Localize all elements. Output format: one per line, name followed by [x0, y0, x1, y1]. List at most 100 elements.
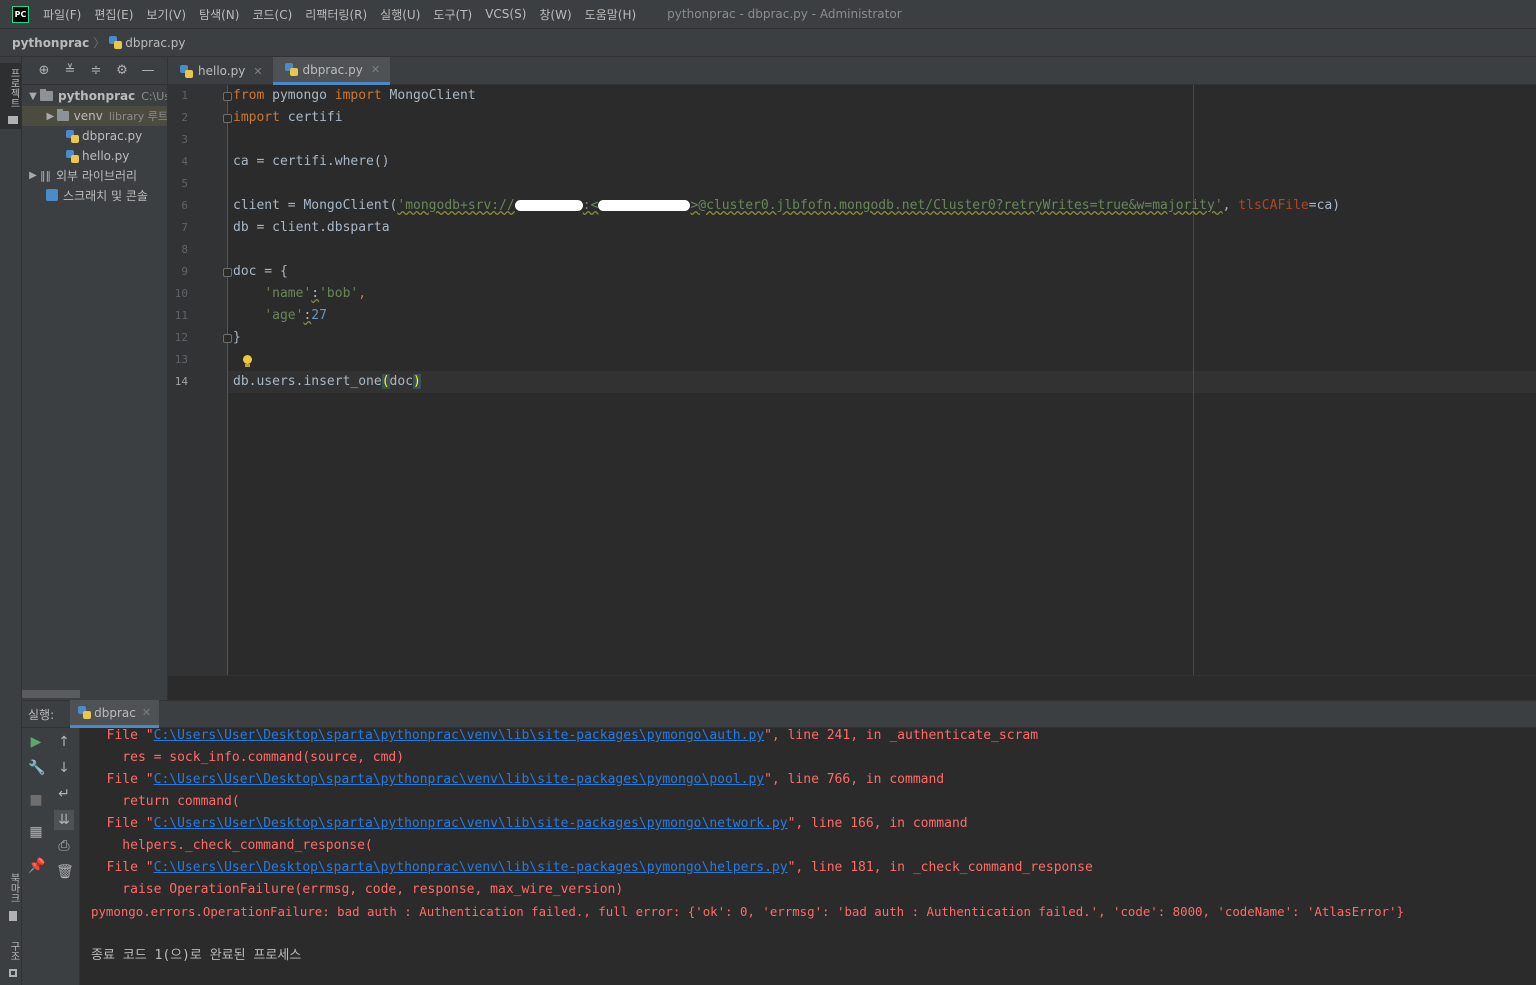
line-number: 8: [181, 243, 188, 256]
close-icon[interactable]: ✕: [371, 63, 380, 76]
bookmarks-tool-button[interactable]: 북마크: [0, 869, 21, 925]
python-file-icon: [284, 63, 298, 76]
menu-help[interactable]: 도움말(H): [585, 6, 637, 23]
collapse-all-icon[interactable]: ≑: [88, 63, 104, 79]
tree-item-external-libraries[interactable]: ▶ ‖‖ 외부 라이브러리: [22, 165, 137, 185]
tree-item-venv[interactable]: ▶ venv library 루트: [22, 106, 167, 126]
close-icon[interactable]: ✕: [142, 706, 151, 719]
tree-item-scratches[interactable]: 스크래치 및 콘솔: [22, 185, 148, 205]
project-horizontal-scrollbar[interactable]: [22, 690, 80, 698]
scroll-to-end-icon[interactable]: ⇊: [54, 810, 74, 830]
breadcrumb-project[interactable]: pythonprac: [12, 36, 89, 50]
console-line: File "C:\Users\User\Desktop\sparta\pytho…: [91, 857, 1093, 879]
menu-vcs[interactable]: VCS(S): [485, 7, 526, 21]
layout-icon[interactable]: ▦: [28, 824, 44, 840]
rerun-icon[interactable]: ▶: [28, 734, 44, 750]
menu-view[interactable]: 보기(V): [146, 6, 186, 23]
arrow-up-icon[interactable]: ↑: [56, 734, 72, 750]
current-line-highlight: [228, 371, 1536, 393]
code-editor[interactable]: 1 2 3 4 5 6 7 8 9 10 11 12 13 14 from py…: [168, 85, 1536, 675]
structure-tool-button[interactable]: 구조: [0, 937, 21, 981]
token-paren: ): [413, 374, 421, 389]
structure-tool-label: 구조: [8, 941, 19, 962]
tree-item-label: hello.py: [82, 149, 130, 163]
close-icon[interactable]: ✕: [253, 65, 262, 78]
fold-icon[interactable]: [223, 268, 232, 277]
console-file-link[interactable]: C:\Users\User\Desktop\sparta\pythonprac\…: [154, 772, 764, 787]
tree-root[interactable]: ▼ pythonprac C:\Us: [22, 86, 167, 106]
trash-icon[interactable]: 🗑: [56, 864, 74, 880]
run-tab-dbprac[interactable]: dbprac ✕: [70, 700, 160, 728]
soft-wrap-icon[interactable]: ↵: [56, 786, 72, 802]
menu-edit[interactable]: 편집(E): [94, 6, 133, 23]
stop-icon[interactable]: ■: [28, 792, 44, 808]
console-text: ", line 166, in command: [787, 816, 968, 831]
menu-navigate[interactable]: 탐색(N): [199, 6, 239, 23]
wrench-icon[interactable]: 🔧: [28, 760, 45, 776]
token-keyword: from: [233, 88, 265, 103]
line-number: 5: [181, 177, 188, 190]
print-icon[interactable]: ⎙: [56, 838, 72, 854]
python-file-icon: [66, 149, 79, 163]
bookmark-icon: [9, 910, 17, 921]
menu-tools[interactable]: 도구(T): [433, 6, 472, 23]
run-label: 실행:: [28, 707, 55, 722]
token-name: certifi: [279, 110, 343, 125]
code-line-9: doc = {: [233, 264, 288, 279]
token-string: 'bob': [319, 286, 359, 301]
menu-window[interactable]: 창(W): [539, 6, 571, 23]
code-line-11: 'age':27: [233, 305, 327, 327]
menu-code[interactable]: 코드(C): [252, 6, 292, 23]
gear-icon[interactable]: ⚙: [114, 63, 130, 79]
left-tool-stripe: 프로젝트 북마크 구조: [0, 57, 22, 985]
folder-icon: [56, 109, 69, 121]
minimize-icon[interactable]: —: [140, 63, 156, 79]
chevron-down-icon[interactable]: ▼: [26, 91, 40, 102]
token-connection-string: 'mongodb+srv://:< >@cluster0.jlbfofn.mong…: [397, 198, 1222, 213]
chevron-right-icon[interactable]: ▶: [44, 111, 57, 122]
fold-icon[interactable]: [223, 114, 232, 123]
console-text: File ": [91, 728, 154, 743]
tree-item-label: dbprac.py: [82, 129, 143, 143]
console-line: raise OperationFailure(errmsg, code, res…: [91, 882, 624, 897]
tree-root-name: pythonprac: [58, 89, 136, 103]
python-file-icon: [109, 36, 123, 49]
project-panel: ⊕ ≚ ≑ ⚙ — ▼ pythonprac C:\Us ▶ venv libr…: [22, 57, 168, 700]
pin-icon[interactable]: 📌: [28, 858, 45, 874]
tab-label: hello.py: [198, 64, 246, 78]
locate-icon[interactable]: ⊕: [36, 63, 52, 79]
console-file-link[interactable]: C:\Users\User\Desktop\sparta\pythonprac\…: [154, 728, 764, 743]
project-tool-button[interactable]: 프로젝트: [0, 63, 21, 129]
menu-file[interactable]: 파일(F): [43, 6, 81, 23]
console-line: File "C:\Users\User\Desktop\sparta\pytho…: [91, 769, 944, 791]
console-file-link[interactable]: C:\Users\User\Desktop\sparta\pythonprac\…: [154, 860, 788, 875]
console-file-link[interactable]: C:\Users\User\Desktop\sparta\pythonprac\…: [154, 816, 788, 831]
run-console[interactable]: File "C:\Users\User\Desktop\sparta\pytho…: [80, 728, 1536, 985]
line-number: 10: [174, 287, 188, 300]
token-code: client = MongoClient(: [233, 198, 398, 213]
tab-dbprac-py[interactable]: dbprac.py ✕: [272, 57, 391, 85]
code-line-14: db.users.insert_one(doc): [233, 371, 421, 393]
menu-refactor[interactable]: 리팩터링(R): [305, 6, 367, 23]
lightbulb-icon[interactable]: [242, 355, 252, 367]
arrow-down-icon[interactable]: ↓: [56, 760, 72, 776]
breadcrumb-file[interactable]: dbprac.py: [125, 36, 185, 50]
token-keyword: import: [233, 110, 280, 125]
token-colon: :: [311, 286, 320, 301]
tab-label: dbprac.py: [302, 62, 363, 77]
run-tool-header: 실행: dbprac ✕: [22, 700, 1536, 728]
expand-all-icon[interactable]: ≚: [62, 63, 78, 79]
tab-hello-py[interactable]: hello.py ✕: [168, 57, 273, 85]
console-text: File ": [91, 860, 154, 875]
tree-item-hello[interactable]: hello.py: [22, 146, 129, 166]
console-line: return command(: [91, 794, 240, 809]
fold-icon[interactable]: [223, 92, 232, 101]
chevron-right-icon[interactable]: ▶: [26, 170, 40, 181]
line-number: 7: [181, 221, 188, 234]
fold-icon[interactable]: [223, 334, 232, 343]
line-number-current: 14: [174, 375, 188, 388]
tree-item-dbprac[interactable]: dbprac.py: [22, 126, 142, 146]
menu-run[interactable]: 실행(U): [380, 6, 420, 23]
token-comma: ,: [1222, 198, 1239, 213]
